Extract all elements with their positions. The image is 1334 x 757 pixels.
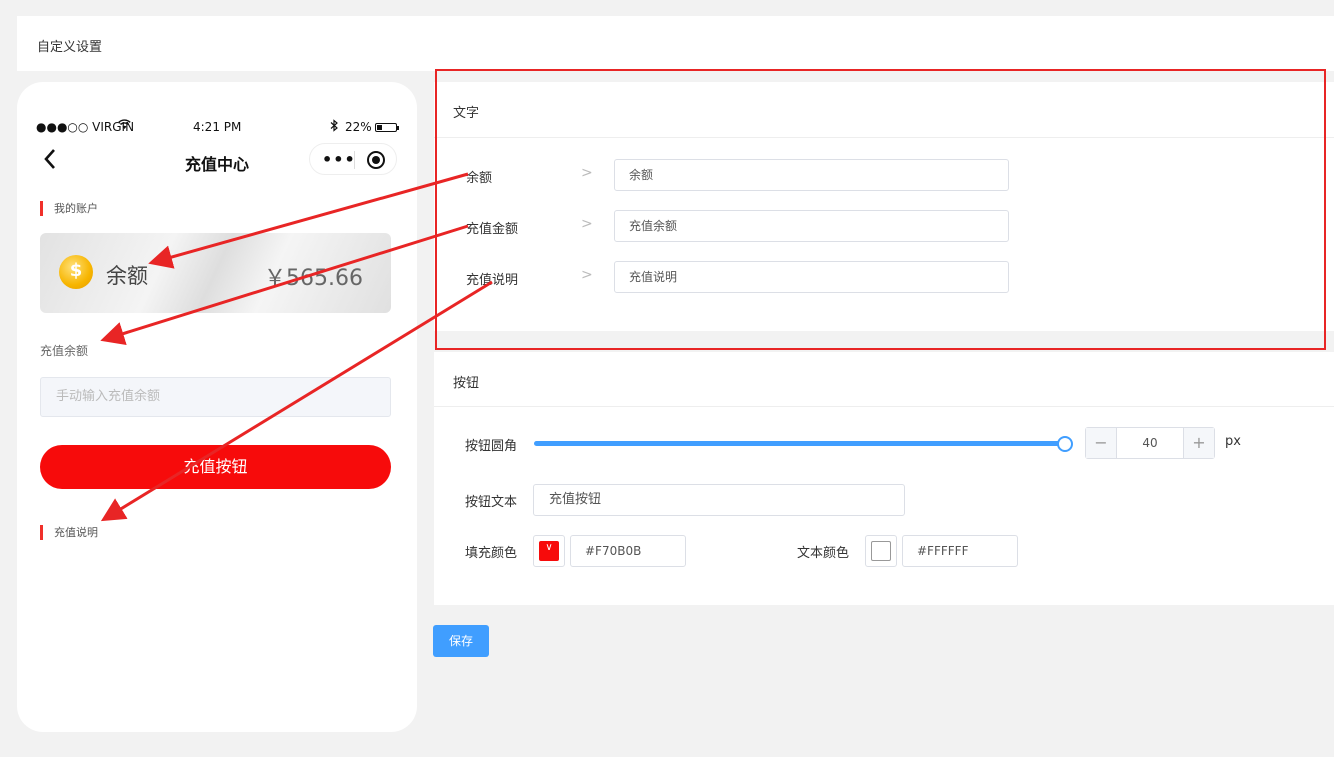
page-title: 自定义设置: [37, 40, 103, 55]
field-row-description: 充值说明 > 充值说明: [434, 261, 1334, 293]
balance-value: ￥565.66: [264, 266, 363, 291]
radius-stepper: − 40 +: [1085, 427, 1215, 459]
chevron-down-icon: ∨: [539, 541, 559, 561]
battery-percent: 22%: [345, 120, 372, 134]
close-target-icon[interactable]: [367, 151, 385, 169]
chevron-right-icon: >: [581, 216, 593, 232]
balance-text-input[interactable]: 余额: [614, 159, 1009, 191]
field-label: 余额: [466, 171, 493, 186]
battery-icon: [375, 123, 399, 132]
minus-icon[interactable]: −: [1086, 428, 1117, 458]
fill-color-picker[interactable]: ∨: [533, 535, 565, 567]
mini-program-capsule: •••: [309, 143, 397, 175]
amount-label: 充值余额: [40, 344, 89, 358]
chevron-right-icon: >: [581, 267, 593, 283]
account-section-label: 我的账户: [40, 201, 98, 216]
field-label: 充值说明: [466, 273, 519, 288]
text-color-label: 文本颜色: [797, 546, 850, 561]
radius-value[interactable]: 40: [1118, 428, 1182, 458]
page-header: 自定义设置: [17, 16, 1334, 71]
more-icon[interactable]: •••: [322, 150, 356, 169]
balance-card: $ 余额 ￥565.66: [40, 233, 391, 313]
balance-label: 余额: [106, 264, 148, 288]
radius-label: 按钮圆角: [465, 439, 518, 454]
field-row-balance: 余额 > 余额: [434, 159, 1334, 191]
button-section-title: 按钮: [453, 376, 480, 391]
phone-preview: ●●●○○ VIRGIN 4:21 PM 22% 充值中心 ••• 我的账户 $…: [17, 82, 417, 732]
recharge-button[interactable]: 充值按钮: [40, 445, 391, 489]
text-color-input[interactable]: #FFFFFF: [902, 535, 1018, 567]
radius-row: 按钮圆角 − 40 + px: [434, 427, 1334, 459]
description-section-label: 充值说明: [40, 525, 98, 540]
coin-icon: $: [59, 255, 93, 289]
nav-bar: 充值中心 •••: [17, 142, 417, 178]
radius-slider-track[interactable]: [534, 441, 1066, 446]
save-button[interactable]: 保存: [433, 625, 489, 657]
wifi-icon: [118, 119, 131, 133]
button-text-input[interactable]: 充值按钮: [533, 484, 905, 516]
button-settings-panel: 按钮 按钮圆角 − 40 + px 按钮文本 充值按钮 填充颜色 ∨ #F70B…: [434, 352, 1334, 605]
chevron-right-icon: >: [581, 165, 593, 181]
text-settings-panel: 文字 余额 > 余额 充值金额 > 充值余额 充值说明 > 充值说明: [434, 82, 1334, 331]
bluetooth-icon: [330, 119, 339, 135]
plus-icon[interactable]: +: [1183, 428, 1214, 458]
field-row-amount: 充值金额 > 充值余额: [434, 210, 1334, 242]
text-color-picker[interactable]: [865, 535, 897, 567]
nav-title: 充值中心: [184, 155, 249, 174]
fill-color-label: 填充颜色: [465, 546, 518, 561]
amount-input[interactable]: 手动输入充值余额: [40, 377, 391, 417]
radius-slider-handle[interactable]: [1057, 436, 1073, 452]
back-arrow-icon[interactable]: [43, 148, 65, 170]
status-bar: ●●●○○ VIRGIN 4:21 PM 22%: [17, 119, 417, 135]
description-text-input[interactable]: 充值说明: [614, 261, 1009, 293]
button-text-label: 按钮文本: [465, 495, 518, 510]
amount-text-input[interactable]: 充值余额: [614, 210, 1009, 242]
radius-unit: px: [1225, 434, 1241, 449]
fill-color-input[interactable]: #F70B0B: [570, 535, 686, 567]
field-label: 充值金额: [466, 222, 519, 237]
text-section-title: 文字: [453, 106, 480, 121]
clock-text: 4:21 PM: [193, 120, 242, 134]
